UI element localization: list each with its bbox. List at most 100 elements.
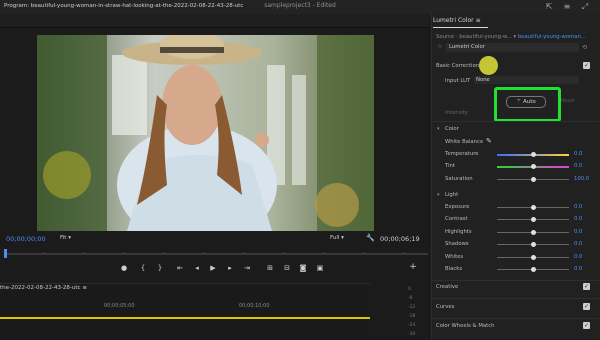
video-frame-image	[37, 35, 374, 231]
eyedropper-icon[interactable]: ✎	[486, 137, 492, 145]
go-to-in-icon[interactable]: ⇤	[175, 264, 185, 272]
notifications-icon[interactable]: ≡	[562, 2, 572, 12]
play-icon[interactable]: ▶	[208, 264, 218, 272]
exposure-slider-handle[interactable]	[530, 205, 536, 210]
ruler-time-2: 00;00;10;00	[239, 303, 270, 309]
export-icon[interactable]: ⇱	[544, 2, 554, 12]
highlights-slider-handle[interactable]	[530, 230, 536, 235]
section-creative[interactable]: Creative	[436, 284, 458, 290]
section-basic-correction[interactable]: Basic Correction	[436, 63, 479, 69]
curves-checkbox[interactable]: ✓	[583, 303, 590, 310]
highlights-value[interactable]: 0.0	[574, 229, 582, 235]
reset-effect-icon[interactable]: ⟲	[582, 44, 587, 51]
color-wheels-checkbox[interactable]: ✓	[583, 322, 590, 329]
temperature-slider-handle[interactable]	[530, 152, 536, 157]
divider	[432, 121, 599, 122]
section-color[interactable]: Color	[445, 126, 459, 132]
divider	[432, 298, 599, 299]
sequence-name: the-2022-02-08-22-43-28-utc	[0, 285, 81, 291]
temperature-value[interactable]: 0.0	[574, 151, 582, 157]
temperature-label: Temperature	[445, 151, 479, 157]
sequence-tab[interactable]: the-2022-02-08-22-43-28-utc ≡	[0, 285, 87, 291]
whites-value[interactable]: 0.0	[574, 254, 582, 260]
whites-label: Whites	[445, 254, 464, 260]
auto-highlight-annotation	[494, 87, 561, 122]
chevron-down-icon[interactable]: ▾	[437, 192, 440, 198]
current-timecode[interactable]: 00;00;00;00	[6, 235, 46, 243]
blacks-value[interactable]: 0.0	[574, 266, 582, 272]
meter-tick: -18	[408, 314, 416, 319]
intensity-label: Intensity	[445, 110, 469, 116]
camera-icon[interactable]: ◙	[298, 264, 308, 272]
resolution-value: Full	[330, 235, 340, 241]
cursor-highlight	[479, 56, 498, 75]
whites-slider-handle[interactable]	[530, 255, 536, 260]
resolution-select[interactable]: Full ▾	[330, 235, 344, 241]
chevron-down-icon[interactable]: ▾	[513, 34, 516, 40]
basic-correction-checkbox[interactable]: ✓	[583, 62, 590, 69]
blacks-label: Blacks	[445, 266, 463, 272]
contrast-slider-handle[interactable]	[530, 217, 536, 222]
playhead[interactable]	[4, 249, 7, 258]
reset-button[interactable]: Reset	[561, 98, 575, 104]
program-header	[0, 14, 430, 28]
contrast-label: Contrast	[445, 216, 468, 222]
extract-icon[interactable]: ⊟	[282, 264, 292, 272]
tint-slider-handle[interactable]	[530, 164, 536, 169]
step-forward-icon[interactable]: ▸	[225, 264, 235, 272]
timeline-panel	[0, 283, 430, 340]
settings-wrench-icon[interactable]: 🔧	[366, 234, 375, 242]
divider	[432, 318, 599, 319]
zoom-select[interactable]: Fit ▾	[60, 235, 71, 241]
exposure-label: Exposure	[445, 204, 470, 210]
fullscreen-icon[interactable]: ⤢	[580, 2, 590, 12]
saturation-value[interactable]: 100.0	[574, 176, 589, 182]
tab-lumetri-color[interactable]: Lumetri Color ≡	[433, 17, 481, 24]
lift-icon[interactable]: ⊞	[265, 264, 275, 272]
creative-checkbox[interactable]: ✓	[583, 283, 590, 290]
edit-status: Edited	[316, 2, 336, 9]
meter-tick: -6	[408, 296, 413, 301]
tint-value[interactable]: 0.0	[574, 163, 582, 169]
audio-meter: 0 -6 -12 -18 -24 -30	[370, 283, 430, 339]
section-color-wheels[interactable]: Color Wheels & Match	[436, 323, 495, 329]
menu-icon: ≡	[475, 17, 481, 24]
work-area-bar[interactable]	[0, 317, 370, 319]
meter-tick: -12	[408, 305, 416, 310]
meter-tick: -30	[408, 332, 416, 337]
scrub-bar[interactable]	[4, 248, 428, 258]
fx-star-icon[interactable]: ☆	[437, 43, 442, 50]
chevron-down-icon[interactable]: ▾	[437, 126, 440, 132]
source-clip-link[interactable]: beautiful-young-woman...	[518, 34, 586, 40]
saturation-label: Saturation	[445, 176, 473, 182]
highlights-label: Highlights	[445, 229, 472, 235]
shadows-slider-handle[interactable]	[530, 242, 536, 247]
shadows-label: Shadows	[445, 241, 469, 247]
active-tab-underline	[433, 27, 488, 28]
compare-icon[interactable]: ▣	[315, 264, 325, 272]
add-button-icon[interactable]: +	[408, 262, 418, 272]
exposure-value[interactable]: 0.0	[574, 204, 582, 210]
input-lut-value: None	[476, 77, 490, 83]
input-lut-select[interactable]: None	[474, 76, 579, 84]
source-label: Source · beautiful-young-w...	[436, 34, 512, 40]
section-curves[interactable]: Curves	[436, 304, 454, 310]
mark-out-icon[interactable]: }	[155, 264, 165, 272]
mark-in-icon[interactable]: {	[138, 264, 148, 272]
section-light[interactable]: Light	[445, 192, 458, 198]
zoom-value: Fit	[60, 235, 67, 241]
blacks-slider-handle[interactable]	[530, 267, 536, 272]
meter-tick: -24	[408, 323, 416, 328]
effect-select[interactable]: Lumetri Color	[446, 43, 579, 52]
program-title[interactable]: Program: beautiful-young-woman-in-straw-…	[4, 3, 243, 9]
contrast-value[interactable]: 0.0	[574, 216, 582, 222]
divider	[432, 280, 599, 281]
shadows-value[interactable]: 0.0	[574, 241, 582, 247]
step-back-icon[interactable]: ◂	[192, 264, 202, 272]
add-marker-icon[interactable]: ●	[119, 264, 129, 272]
go-to-out-icon[interactable]: ⇥	[242, 264, 252, 272]
saturation-slider-handle[interactable]	[530, 177, 536, 182]
ruler-time-1: 00;00;05;00	[104, 303, 135, 309]
video-preview	[37, 35, 374, 231]
source-row: Source · beautiful-young-w... ▾ beautifu…	[436, 34, 586, 40]
